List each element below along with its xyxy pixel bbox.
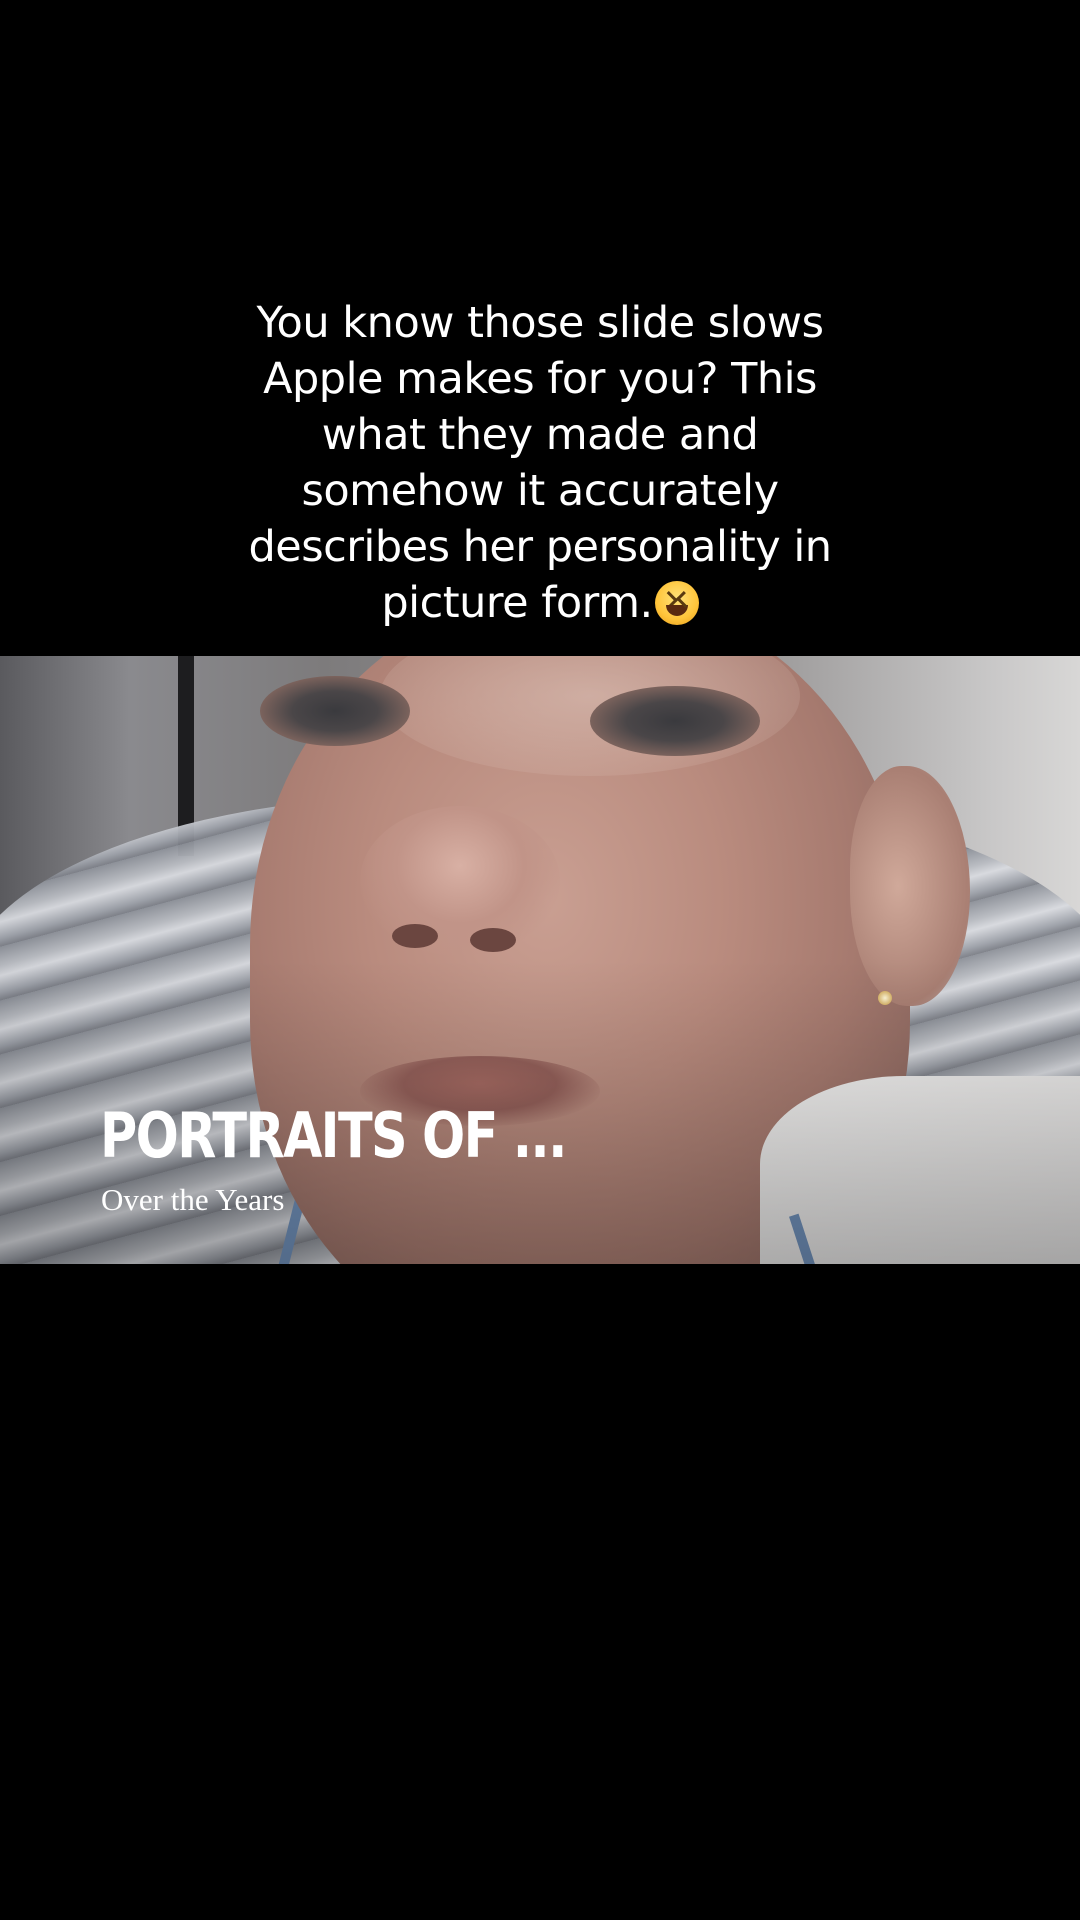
caption-text: You know those slide slows Apple makes f… (248, 298, 832, 628)
video-caption: You know those slide slows Apple makes f… (230, 295, 850, 631)
memory-title: PORTRAITS OF ... (100, 1099, 567, 1172)
memory-subtitle: Over the Years (101, 1182, 285, 1217)
laughing-face-icon (654, 581, 699, 625)
video-frame[interactable]: PORTRAITS OF ... Over the Years (0, 656, 1080, 1264)
video-vignette (0, 656, 1080, 1264)
video-screen[interactable]: You know those slide slows Apple makes f… (0, 0, 1080, 1920)
